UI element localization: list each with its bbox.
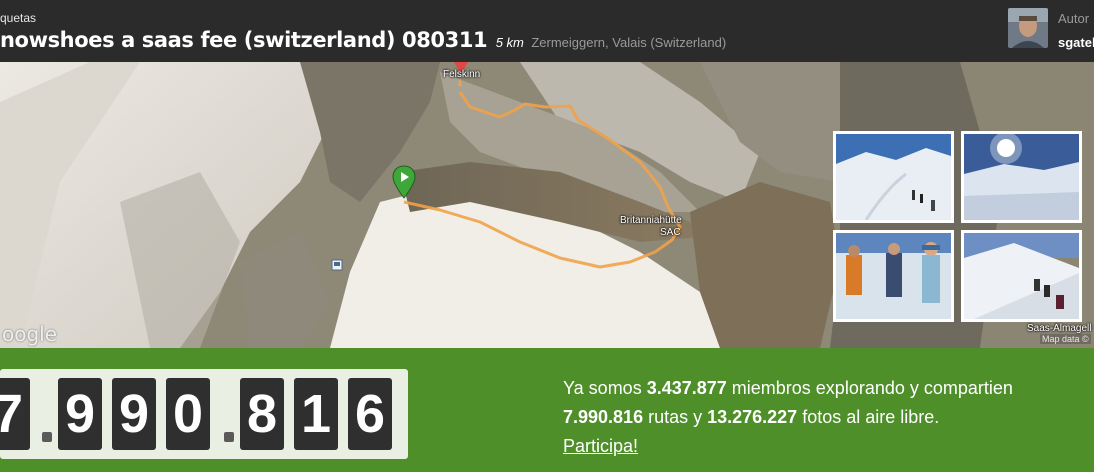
photo-snow-slope[interactable] <box>961 230 1082 322</box>
join-link[interactable]: Participa! <box>563 436 638 456</box>
text: Ya somos <box>563 378 647 398</box>
community-stats: 7 9 9 0 8 1 6 Ya somos 3.437.877 miembro… <box>0 348 1094 472</box>
counter-digit: 1 <box>294 378 338 450</box>
route-title: nowshoes a saas fee (switzerland) 080311 <box>0 28 488 52</box>
tags-label[interactable]: quetas <box>0 11 36 25</box>
counter-separator <box>224 432 234 442</box>
stats-line-1: Ya somos 3.437.877 miembros explorando y… <box>563 374 1013 403</box>
author-avatar[interactable] <box>1008 8 1048 48</box>
route-header: quetas nowshoes a saas fee (switzerland)… <box>0 0 1094 62</box>
google-logo: oogle <box>2 322 58 346</box>
text: miembros explorando y compartien <box>726 378 1013 398</box>
route-title-row: nowshoes a saas fee (switzerland) 080311… <box>0 28 726 52</box>
photo-hikers-group[interactable] <box>833 230 954 322</box>
photos-count: 13.276.227 <box>707 407 798 427</box>
route-location[interactable]: Zermeiggern, Valais (Switzerland) <box>531 35 726 50</box>
label-britanniahutte: Britanniahütte <box>620 215 682 226</box>
counter-separator <box>42 432 52 442</box>
author-label: Autor <box>1058 11 1090 26</box>
members-count: 3.437.877 <box>646 378 727 398</box>
routes-count: 7.990.816 <box>563 407 644 427</box>
stats-line-2: 7.990.816 rutas y 13.276.227 fotos al ai… <box>563 403 1013 432</box>
counter-digit: 0 <box>166 378 210 450</box>
label-felskinn: Felskinn <box>443 69 481 80</box>
label-sac: SAC <box>660 227 681 238</box>
author-name[interactable]: sgatel <box>1058 35 1094 50</box>
route-distance: 5 km <box>495 35 524 50</box>
counter-digit: 7 <box>0 378 30 450</box>
counter-digit: 8 <box>240 378 284 450</box>
route-map[interactable]: oogle Felskinn Britanniahütte SAC Saas-A… <box>0 62 1094 348</box>
text: rutas y <box>643 407 708 427</box>
text: fotos al aire libre. <box>797 407 940 427</box>
photo-thumbnails <box>833 131 1087 327</box>
counter-digit: 6 <box>348 378 392 450</box>
route-counter: 7 9 9 0 8 1 6 <box>0 369 408 459</box>
photo-sun-glacier[interactable] <box>961 131 1082 223</box>
counter-digit: 9 <box>58 378 102 450</box>
stats-message: Ya somos 3.437.877 miembros explorando y… <box>563 374 1013 461</box>
photo-ski-track[interactable] <box>833 131 954 223</box>
counter-digit: 9 <box>112 378 156 450</box>
map-data-attribution[interactable]: Map data © <box>1040 334 1091 344</box>
